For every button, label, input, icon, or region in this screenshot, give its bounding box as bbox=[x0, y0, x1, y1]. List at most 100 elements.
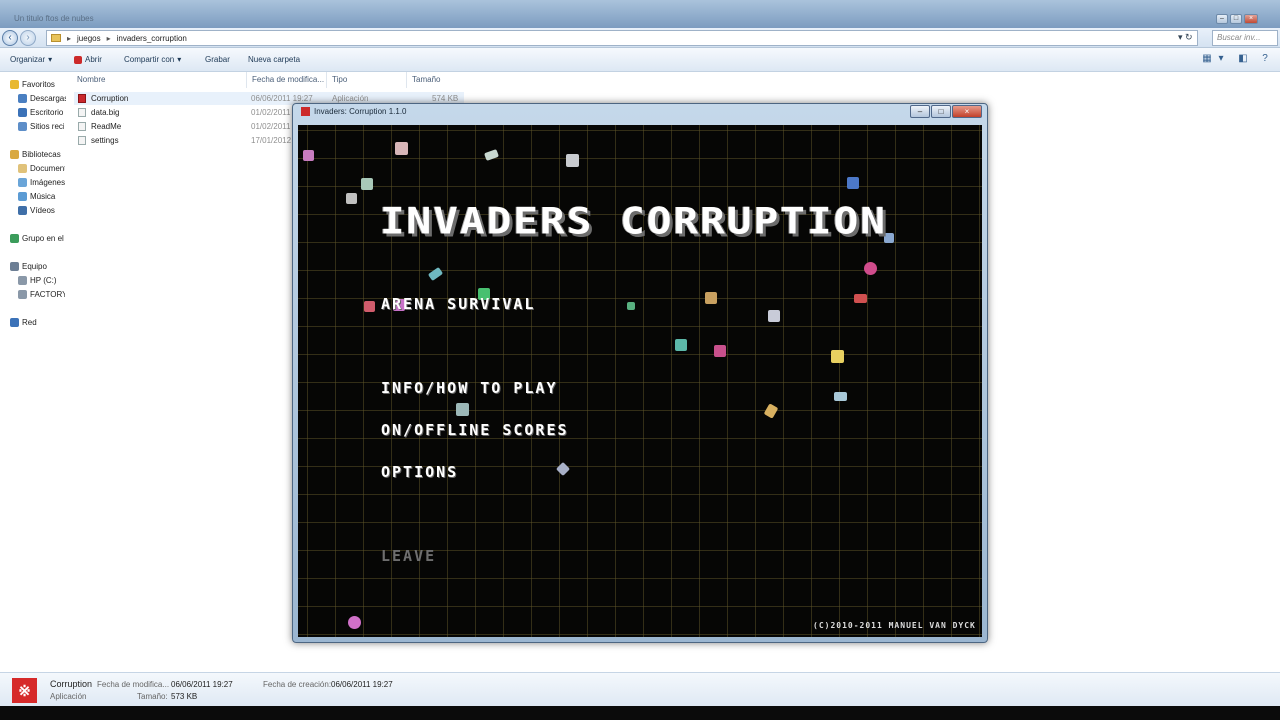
column-divider[interactable] bbox=[406, 72, 407, 88]
navigation-pane: Favoritos Descargas Escritorio Sitios re… bbox=[0, 72, 66, 672]
details-created-value: 06/06/2011 19:27 bbox=[331, 680, 393, 689]
app-icon bbox=[78, 94, 86, 103]
invader-sprite bbox=[864, 262, 877, 275]
breadcrumb-invaders[interactable]: invaders_corruption bbox=[117, 34, 187, 43]
address-bar[interactable]: ▸ juegos ▸ invaders_corruption bbox=[46, 30, 1198, 46]
computer-icon bbox=[10, 262, 19, 271]
file-date: 01/02/2011 bbox=[251, 108, 291, 117]
file-date: 06/06/2011 19:27 bbox=[251, 94, 313, 103]
sidebar-item-bibliotecas[interactable]: Bibliotecas bbox=[10, 150, 66, 159]
invader-sprite bbox=[555, 461, 571, 477]
sidebar-label: Grupo en el hogar bbox=[22, 234, 66, 243]
sidebar-item-sitios[interactable]: Sitios recientes bbox=[18, 122, 64, 131]
desktop-icon bbox=[18, 108, 27, 117]
game-title: INVADERS CORRUPTION bbox=[380, 199, 887, 243]
breadcrumb-juegos[interactable]: juegos bbox=[77, 34, 101, 43]
sidebar-item-musica[interactable]: Música bbox=[18, 192, 66, 201]
forward-button[interactable]: › bbox=[20, 30, 36, 46]
taskbar-edge bbox=[0, 706, 1280, 720]
invader-sprite bbox=[705, 292, 717, 304]
details-type: Aplicación bbox=[50, 692, 87, 701]
details-mod-label: Fecha de modifica... bbox=[97, 680, 170, 689]
sidebar-label: FACTORY bbox=[30, 290, 65, 299]
maximize-button[interactable]: □ bbox=[1230, 14, 1242, 24]
sidebar-item-escritorio[interactable]: Escritorio bbox=[18, 108, 66, 117]
organizar-button[interactable]: Organizar ▾ bbox=[10, 55, 52, 64]
help-icon[interactable]: ? bbox=[1258, 53, 1272, 65]
column-nombre[interactable]: Nombre bbox=[77, 75, 105, 84]
explorer-window-controls: – □ × bbox=[1216, 14, 1258, 24]
details-size-label: Tamaño: bbox=[137, 692, 168, 701]
library-icon bbox=[10, 150, 19, 159]
sidebar-label: Documentos bbox=[30, 164, 65, 173]
settings-file-icon bbox=[78, 136, 86, 145]
details-size-value: 573 KB bbox=[171, 692, 198, 701]
grabar-button[interactable]: Grabar bbox=[205, 55, 230, 64]
game-window: Invaders: Corruption 1.1.0 – □ × INVADER… bbox=[292, 103, 988, 643]
sidebar-item-videos[interactable]: Vídeos bbox=[18, 206, 66, 215]
chevron-down-icon[interactable]: ▾ bbox=[1214, 53, 1228, 65]
invader-sprite bbox=[763, 403, 779, 419]
menu-arena-survival[interactable]: ARENA SURVIVAL bbox=[381, 295, 535, 313]
column-divider[interactable] bbox=[246, 72, 247, 88]
invader-sprite bbox=[364, 301, 375, 312]
invader-sprite bbox=[303, 150, 314, 161]
invader-sprite bbox=[675, 339, 687, 351]
file-name: Corruption bbox=[91, 94, 129, 103]
invader-sprite bbox=[566, 154, 579, 167]
invader-sprite bbox=[348, 616, 361, 629]
chevron-right-icon: ▸ bbox=[67, 33, 72, 43]
sidebar-label: Red bbox=[22, 318, 37, 327]
sidebar-label: Imágenes bbox=[30, 178, 66, 187]
homegroup-icon bbox=[10, 234, 19, 243]
close-button[interactable]: × bbox=[952, 105, 982, 118]
sidebar-item-equipo[interactable]: Equipo bbox=[10, 262, 66, 271]
column-tamano[interactable]: Tamaño bbox=[412, 75, 440, 84]
menu-leave[interactable]: LEAVE bbox=[381, 547, 436, 565]
sidebar-item-descargas[interactable]: Descargas bbox=[18, 94, 66, 103]
recent-places-icon bbox=[18, 122, 27, 131]
sidebar-label: Sitios recientes bbox=[30, 122, 64, 131]
download-icon bbox=[18, 94, 27, 103]
file-name: data.big bbox=[91, 108, 120, 117]
preview-pane-icon[interactable]: ◧ bbox=[1236, 53, 1250, 65]
file-type: Aplicación bbox=[332, 94, 369, 103]
game-canvas[interactable]: INVADERS CORRUPTION ARENA SURVIVAL INFO/… bbox=[298, 125, 982, 637]
sidebar-item-grupo[interactable]: Grupo en el hogar bbox=[10, 234, 66, 243]
explorer-titlebar[interactable]: Un titulo ftos de nubes – □ × bbox=[0, 0, 1280, 28]
sidebar-item-factory[interactable]: FACTORY bbox=[18, 290, 65, 299]
game-titlebar[interactable]: Invaders: Corruption 1.1.0 bbox=[301, 107, 407, 116]
search-input[interactable]: Buscar inv... bbox=[1212, 30, 1278, 46]
column-fecha[interactable]: Fecha de modifica... bbox=[252, 75, 324, 84]
star-icon bbox=[10, 80, 19, 89]
close-button[interactable]: × bbox=[1244, 14, 1258, 24]
menu-options[interactable]: OPTIONS bbox=[381, 463, 458, 481]
folder-icon bbox=[51, 34, 61, 42]
file-size: 574 KB bbox=[432, 94, 459, 103]
invader-sprite bbox=[768, 310, 780, 322]
back-button[interactable]: ‹ bbox=[2, 30, 18, 46]
grabar-label: Grabar bbox=[205, 55, 230, 64]
minimize-button[interactable]: – bbox=[1216, 14, 1228, 24]
menu-scores[interactable]: ON/OFFLINE SCORES bbox=[381, 421, 569, 439]
sidebar-item-imagenes[interactable]: Imágenes bbox=[18, 178, 66, 187]
column-divider[interactable] bbox=[326, 72, 327, 88]
maximize-button[interactable]: □ bbox=[931, 105, 951, 118]
sidebar-item-documentos[interactable]: Documentos bbox=[18, 164, 65, 173]
abrir-button[interactable]: Abrir bbox=[74, 55, 102, 64]
invader-sprite bbox=[831, 350, 844, 363]
minimize-button[interactable]: – bbox=[910, 105, 930, 118]
sidebar-item-favoritos[interactable]: Favoritos bbox=[10, 80, 66, 89]
refresh-icon[interactable]: ▾ ↻ bbox=[1178, 32, 1193, 43]
nueva-carpeta-button[interactable]: Nueva carpeta bbox=[248, 55, 300, 64]
sidebar-item-hp[interactable]: HP (C:) bbox=[18, 276, 66, 285]
copyright-text: (C)2010-2011 MANUEL VAN DYCK bbox=[813, 621, 976, 630]
view-options-icon[interactable]: ▦ bbox=[1200, 53, 1214, 65]
menu-info-how-to-play[interactable]: INFO/HOW TO PLAY bbox=[381, 379, 558, 397]
sidebar-item-red[interactable]: Red bbox=[10, 318, 66, 327]
details-pane: ※ Corruption Aplicación Fecha de modific… bbox=[0, 672, 1280, 706]
invader-sprite bbox=[854, 294, 867, 303]
compartir-button[interactable]: Compartir con ▾ bbox=[124, 55, 181, 64]
invader-sprite bbox=[427, 266, 444, 282]
column-tipo[interactable]: Tipo bbox=[332, 75, 347, 84]
